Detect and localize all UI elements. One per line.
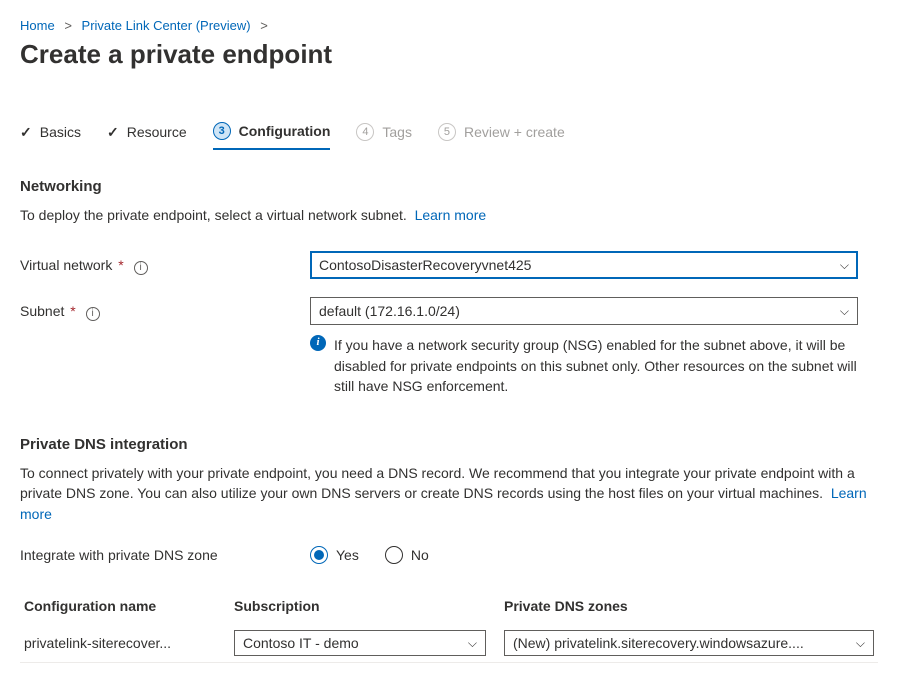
col-header-config: Configuration name	[24, 598, 234, 614]
step-number: 4	[356, 123, 374, 141]
chevron-down-icon: ⌵	[856, 636, 865, 651]
subscription-select[interactable]: Contoso IT - demo ⌵	[234, 630, 486, 656]
dns-zones-table: Configuration name Subscription Private …	[20, 588, 878, 663]
dns-zone-select[interactable]: (New) privatelink.siterecovery.windowsaz…	[504, 630, 874, 656]
info-icon[interactable]: i	[86, 307, 100, 321]
required-asterisk: *	[114, 257, 123, 273]
radio-label: No	[411, 547, 429, 563]
chevron-down-icon: ⌵	[840, 304, 849, 319]
col-header-zone: Private DNS zones	[504, 598, 874, 614]
tab-review-create[interactable]: 5 Review + create	[438, 123, 565, 149]
chevron-down-icon: ⌵	[468, 636, 477, 651]
networking-learn-more-link[interactable]: Learn more	[415, 207, 487, 223]
virtual-network-select[interactable]: ContosoDisasterRecoveryvnet425 ⌵	[310, 251, 858, 279]
col-header-subscription: Subscription	[234, 598, 504, 614]
table-row: privatelink-siterecover... Contoso IT - …	[20, 624, 878, 663]
tab-resource[interactable]: ✓ Resource	[107, 124, 187, 149]
subnet-select[interactable]: default (172.16.1.0/24) ⌵	[310, 297, 858, 325]
tab-tags[interactable]: 4 Tags	[356, 123, 412, 149]
chevron-down-icon: ⌵	[840, 258, 849, 273]
check-icon: ✓	[107, 124, 119, 141]
chevron-right-icon: >	[260, 18, 268, 33]
radio-unselected-icon	[385, 546, 403, 564]
integrate-dns-yes-option[interactable]: Yes	[310, 546, 359, 564]
section-dns-heading: Private DNS integration	[20, 436, 878, 453]
virtual-network-label: Virtual network * i	[20, 251, 310, 275]
info-icon: i	[310, 335, 326, 351]
select-value: default (172.16.1.0/24)	[319, 303, 460, 319]
select-value: (New) privatelink.siterecovery.windowsaz…	[513, 635, 804, 651]
table-header-row: Configuration name Subscription Private …	[20, 588, 878, 624]
select-value: ContosoDisasterRecoveryvnet425	[319, 257, 531, 273]
breadcrumb: Home > Private Link Center (Preview) >	[20, 18, 878, 33]
radio-label: Yes	[336, 547, 359, 563]
page-title: Create a private endpoint	[20, 39, 878, 70]
breadcrumb-private-link-center[interactable]: Private Link Center (Preview)	[82, 18, 251, 33]
step-number: 3	[213, 122, 231, 140]
tab-label: Review + create	[464, 124, 565, 140]
tab-basics[interactable]: ✓ Basics	[20, 124, 81, 149]
tab-label: Configuration	[239, 123, 331, 139]
tab-label: Resource	[127, 124, 187, 140]
nsg-callout: i If you have a network security group (…	[310, 335, 858, 396]
chevron-right-icon: >	[64, 18, 72, 33]
tab-configuration[interactable]: 3 Configuration	[213, 122, 331, 150]
check-icon: ✓	[20, 124, 32, 141]
wizard-tabs: ✓ Basics ✓ Resource 3 Configuration 4 Ta…	[20, 122, 878, 150]
step-number: 5	[438, 123, 456, 141]
select-value: Contoso IT - demo	[243, 635, 359, 651]
networking-description: To deploy the private endpoint, select a…	[20, 205, 878, 225]
integrate-dns-label: Integrate with private DNS zone	[20, 547, 310, 563]
subnet-label: Subnet * i	[20, 297, 310, 321]
tab-label: Basics	[40, 124, 81, 140]
required-asterisk: *	[66, 303, 75, 319]
dns-description: To connect privately with your private e…	[20, 463, 878, 524]
tab-label: Tags	[382, 124, 412, 140]
config-name-cell: privatelink-siterecover...	[24, 635, 234, 651]
integrate-dns-no-option[interactable]: No	[385, 546, 429, 564]
breadcrumb-home[interactable]: Home	[20, 18, 55, 33]
radio-selected-icon	[310, 546, 328, 564]
section-networking-heading: Networking	[20, 178, 878, 195]
info-icon[interactable]: i	[134, 261, 148, 275]
nsg-note-text: If you have a network security group (NS…	[334, 335, 858, 396]
